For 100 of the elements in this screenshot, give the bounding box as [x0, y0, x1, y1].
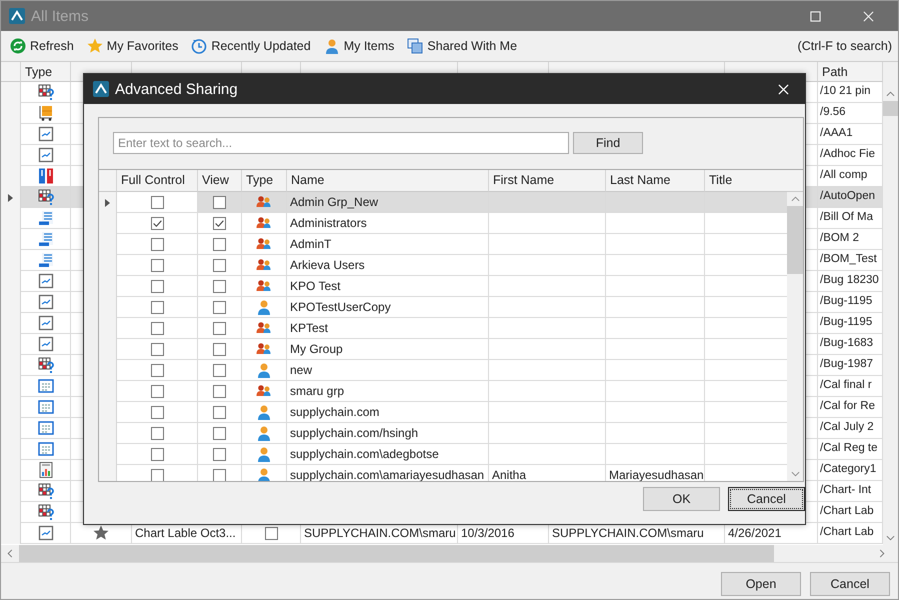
table-cell: /Bug-1987 [818, 355, 883, 376]
hidden-checkbox[interactable] [264, 526, 278, 540]
table-cell: /Bill Of Ma [818, 208, 883, 229]
group-icon [256, 194, 272, 210]
table-cell: Chart Lable Oct3... [132, 523, 242, 544]
table-cell: Arkieva Users [287, 255, 489, 276]
row-header[interactable] [99, 192, 117, 213]
table-cell: Admin Grp_New [287, 192, 489, 213]
dialog-button[interactable]: OK [643, 487, 720, 511]
view-checkbox[interactable] [213, 196, 226, 208]
full-control-checkbox[interactable] [150, 342, 164, 356]
toolbar-button[interactable]: My Favorites [86, 36, 184, 56]
full-control-checkbox[interactable] [150, 280, 164, 292]
view-checkbox[interactable] [213, 280, 226, 292]
list-icon [38, 210, 54, 226]
scroll-left-icon[interactable] [7, 549, 13, 558]
table-cell: /Cal Reg te [818, 439, 883, 460]
column-header[interactable]: Path [818, 62, 883, 82]
view-checkbox[interactable] [213, 426, 226, 440]
full-control-checkbox[interactable] [150, 196, 164, 208]
view-checkbox[interactable] [213, 342, 226, 356]
view-checkbox[interactable] [213, 258, 226, 272]
scroll-down-icon[interactable] [886, 535, 895, 541]
vertical-scrollbar[interactable] [883, 62, 898, 545]
table-cell: /BOM 2 [818, 229, 883, 250]
vertical-scrollbar[interactable] [787, 170, 803, 481]
full-control-checkbox[interactable] [150, 258, 164, 272]
full-control-checkbox[interactable] [150, 322, 164, 334]
table-cell: new [287, 360, 489, 381]
table-cell: /Chart- Int [818, 481, 883, 502]
view-checkbox[interactable] [213, 468, 226, 481]
full-control-checkbox[interactable] [150, 426, 164, 440]
scroll-thumb[interactable] [883, 101, 898, 116]
user-icon [256, 425, 272, 441]
view-checkbox[interactable] [213, 238, 226, 250]
scroll-up-icon[interactable] [790, 196, 800, 202]
column-header[interactable]: View [198, 170, 242, 192]
table-cell: /Category1 [818, 460, 883, 481]
scroll-thumb[interactable] [19, 545, 774, 562]
column-header[interactable]: Name [287, 170, 489, 192]
group-icon [256, 257, 272, 273]
table-cell: 10/3/2016 [458, 523, 549, 544]
column-header[interactable]: Title [705, 170, 787, 192]
toolbar-button[interactable]: Recently Updated [191, 36, 316, 56]
view-checkbox[interactable] [213, 322, 226, 334]
view-checkbox[interactable] [213, 300, 226, 314]
view-checkbox[interactable] [213, 364, 226, 376]
full-control-checkbox[interactable] [150, 448, 164, 460]
full-control-checkbox[interactable] [150, 384, 164, 398]
row-pointer-icon [8, 194, 13, 202]
refresh-icon [10, 38, 26, 54]
maximize-icon[interactable] [810, 10, 821, 22]
column-header[interactable]: Last Name [606, 170, 705, 192]
grid-question-icon [38, 189, 54, 205]
scroll-down-icon[interactable] [790, 471, 800, 477]
dialog-button[interactable]: Open [721, 572, 801, 596]
table-cell: /Adhoc Fie [818, 145, 883, 166]
search-field[interactable]: Enter text to search... [113, 132, 569, 154]
toolbar-button[interactable]: Shared With Me [407, 36, 522, 56]
table-cell: /AAA1 [818, 124, 883, 145]
dialog-button[interactable]: Cancel [728, 487, 805, 511]
table-cell: /9.56 [818, 103, 883, 124]
scroll-up-icon[interactable] [886, 91, 895, 97]
column-header[interactable]: Full Control [117, 170, 198, 192]
dialog-button[interactable]: Cancel [810, 572, 890, 596]
table-cell: SUPPLYCHAIN.COM\smaru [549, 523, 725, 544]
table-cell: My Group [287, 339, 489, 360]
table-cell: /Cal July 2 [818, 418, 883, 439]
scroll-right-icon[interactable] [879, 549, 885, 558]
star-icon[interactable] [93, 525, 109, 541]
search-hint: (Ctrl-F to search) [798, 39, 892, 53]
full-control-checkbox[interactable] [150, 300, 164, 314]
full-control-checkbox[interactable] [150, 364, 164, 376]
group-icon [256, 236, 272, 252]
table-cell: /Bug-1195 [818, 292, 883, 313]
table-cell: /Cal for Re [818, 397, 883, 418]
full-control-checkbox[interactable] [150, 238, 164, 250]
full-control-checkbox[interactable] [150, 468, 164, 481]
view-checkbox[interactable] [213, 216, 226, 230]
full-control-checkbox[interactable] [150, 406, 164, 418]
view-checkbox[interactable] [213, 406, 226, 418]
full-control-checkbox[interactable] [150, 216, 164, 230]
scroll-thumb[interactable] [787, 206, 803, 274]
view-checkbox[interactable] [213, 384, 226, 398]
row-pointer-icon [105, 198, 110, 206]
column-header[interactable]: Type [242, 170, 287, 192]
toolbar-button[interactable]: Refresh [10, 36, 79, 56]
group-icon [256, 215, 272, 231]
table-cell: supplychain.com/hsingh [287, 423, 489, 444]
column-header[interactable]: First Name [489, 170, 606, 192]
find-button[interactable]: Find [573, 132, 643, 154]
table-cell: /All comp [818, 166, 883, 187]
column-header[interactable]: Type [21, 62, 71, 82]
table-cell: /AutoOpen [818, 187, 883, 208]
toolbar-button[interactable]: My Items [324, 36, 400, 56]
person-icon [324, 38, 340, 54]
star-icon [86, 38, 103, 54]
list-icon [38, 231, 54, 247]
view-checkbox[interactable] [213, 448, 226, 460]
table-cell: smaru grp [287, 381, 489, 402]
